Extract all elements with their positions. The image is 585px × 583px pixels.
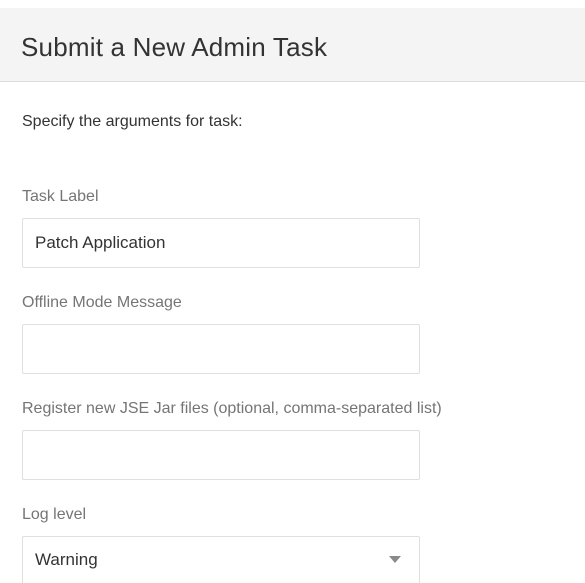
chevron-down-icon[interactable] bbox=[389, 556, 401, 563]
offline-mode-message-input[interactable] bbox=[22, 324, 420, 374]
jse-jar-files-label: Register new JSE Jar files (optional, co… bbox=[22, 400, 442, 417]
jse-jar-files-input[interactable] bbox=[22, 430, 420, 480]
dialog-header: Submit a New Admin Task bbox=[0, 8, 585, 82]
offline-mode-message-label: Offline Mode Message bbox=[22, 294, 182, 311]
task-label-input[interactable] bbox=[22, 218, 420, 268]
dialog-title: Submit a New Admin Task bbox=[21, 32, 328, 62]
log-level-select[interactable]: Warning bbox=[22, 536, 420, 583]
form-instructions: Specify the arguments for task: bbox=[22, 113, 243, 130]
log-level-selected-value: Warning bbox=[35, 550, 98, 569]
task-label-label: Task Label bbox=[22, 188, 99, 205]
log-level-label: Log level bbox=[22, 506, 87, 523]
submit-admin-task-dialog: Submit a New Admin Task Specify the argu… bbox=[0, 0, 585, 583]
